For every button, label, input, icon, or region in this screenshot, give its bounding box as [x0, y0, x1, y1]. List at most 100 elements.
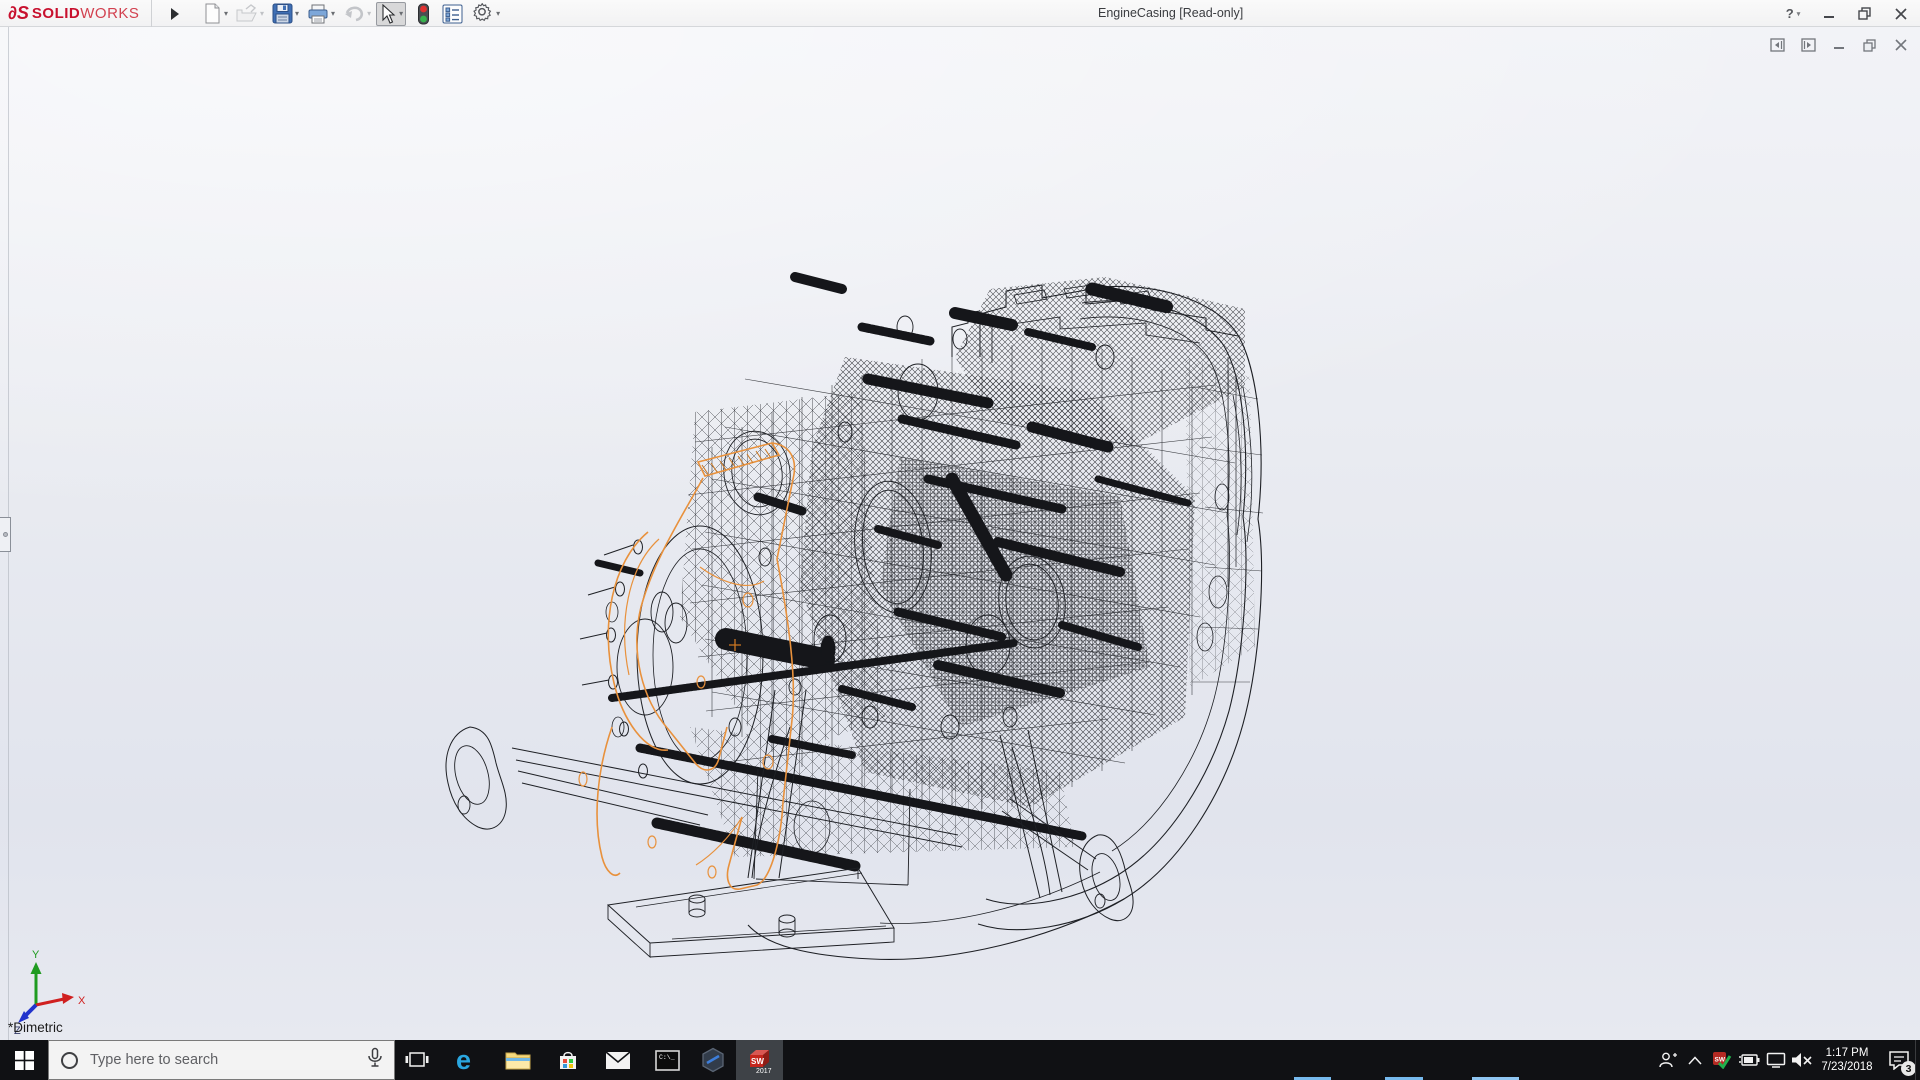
window-controls: ?▾ — [1782, 0, 1912, 27]
taskbar-store-button[interactable] — [546, 1040, 590, 1080]
open-dropdown-icon[interactable]: ▾ — [260, 9, 264, 18]
splitter-handle-icon — [3, 532, 8, 537]
options-gear-icon — [473, 3, 494, 24]
system-tray: SW 1:17 PM 7/23/2018 — [1654, 1040, 1920, 1080]
brand-solid-text: SOLID — [32, 5, 80, 22]
close-window-button[interactable] — [1890, 3, 1912, 25]
dassault-logo-icon: ∂S — [8, 3, 29, 24]
select-cursor-icon — [379, 4, 397, 24]
print-dropdown-icon[interactable]: ▾ — [331, 9, 335, 18]
battery-button[interactable] — [1735, 1040, 1762, 1080]
feature-manager-collapsed-tab[interactable] — [0, 517, 11, 552]
options-button[interactable]: ▾ — [470, 1, 503, 26]
windows-taskbar: Type here to search e — [0, 1040, 1920, 1080]
start-button[interactable] — [0, 1040, 48, 1080]
minimize-window-button[interactable] — [1818, 3, 1840, 25]
open-folder-icon — [236, 4, 258, 24]
svg-text:e: e — [456, 1046, 471, 1074]
restore-document-button[interactable] — [1861, 37, 1879, 53]
hidden-icons-button[interactable] — [1681, 1040, 1708, 1080]
sw-resource-monitor-button[interactable]: SW — [1708, 1040, 1735, 1080]
collapse-left-pane-button[interactable] — [1768, 37, 1786, 53]
clock-date: 7/23/2018 — [1816, 1060, 1878, 1074]
triad-y-label: Y — [32, 949, 40, 961]
save-button[interactable]: ▾ — [269, 1, 302, 26]
undo-dropdown-icon[interactable]: ▾ — [367, 9, 371, 18]
taskbar-file-explorer-button[interactable] — [496, 1040, 540, 1080]
sw-monitor-check-icon: SW — [1712, 1051, 1732, 1069]
undo-icon — [343, 4, 365, 24]
print-button[interactable]: ▾ — [304, 2, 338, 26]
edrawings-hexagon-icon — [700, 1047, 726, 1073]
cortana-icon — [61, 1052, 78, 1069]
open-document-button[interactable]: ▾ — [233, 2, 267, 26]
print-icon — [307, 4, 329, 24]
people-icon — [1658, 1051, 1678, 1069]
notification-badge: 3 — [1901, 1061, 1916, 1076]
graphics-viewport: Y X Z *Dimetric — [0, 27, 1920, 1040]
help-label: ? — [1786, 6, 1794, 21]
help-dropdown-icon: ▾ — [1797, 10, 1801, 18]
close-doc-icon — [1895, 39, 1907, 51]
taskbar-edge-button[interactable]: e — [446, 1040, 490, 1080]
pane-arrow-left-icon — [1770, 38, 1785, 52]
taskbar-clock[interactable]: 1:17 PM 7/23/2018 — [1816, 1046, 1878, 1074]
triad-x-label: X — [78, 995, 86, 1007]
pane-arrow-right-icon — [1801, 38, 1816, 52]
volume-button[interactable] — [1789, 1040, 1816, 1080]
restore-window-button[interactable] — [1854, 3, 1876, 25]
network-button[interactable] — [1762, 1040, 1789, 1080]
document-window-controls — [1768, 37, 1910, 53]
help-button[interactable]: ?▾ — [1782, 3, 1804, 25]
new-dropdown-icon[interactable]: ▾ — [224, 9, 228, 18]
microphone-icon[interactable] — [366, 1047, 384, 1074]
taskbar-cmd-button[interactable]: C:\_ — [645, 1040, 689, 1080]
model-viewport-canvas[interactable]: Y X Z — [0, 27, 1920, 1040]
save-floppy-icon — [272, 3, 293, 24]
edge-browser-icon: e — [454, 1046, 482, 1074]
file-properties-icon — [442, 4, 463, 24]
task-view-button[interactable] — [395, 1040, 439, 1080]
minimize-doc-icon — [1833, 39, 1845, 51]
action-center-button[interactable]: 3 — [1878, 1040, 1920, 1080]
rebuild-traffic-light-icon — [417, 3, 430, 25]
undo-button[interactable]: ▾ — [340, 2, 374, 26]
people-button[interactable] — [1654, 1040, 1681, 1080]
clock-time: 1:17 PM — [1816, 1046, 1878, 1060]
options-dropdown-icon[interactable]: ▾ — [496, 9, 500, 18]
menu-expand-button[interactable] — [166, 4, 184, 23]
chevron-up-icon — [1688, 1056, 1702, 1065]
view-orientation-label: *Dimetric — [8, 1020, 63, 1035]
task-view-icon — [405, 1049, 429, 1071]
toolbar-separator — [151, 0, 152, 27]
select-dropdown-icon[interactable]: ▾ — [399, 9, 403, 18]
search-placeholder: Type here to search — [90, 1052, 366, 1068]
save-dropdown-icon[interactable]: ▾ — [295, 9, 299, 18]
solidworks-logo: ∂S SOLIDWORKS — [8, 3, 139, 24]
sw-cube-letters: SW — [751, 1057, 764, 1066]
command-prompt-icon: C:\_ — [655, 1050, 680, 1071]
new-document-button[interactable]: ▾ — [200, 1, 231, 26]
taskbar-mail-button[interactable] — [596, 1040, 640, 1080]
microsoft-store-icon — [556, 1048, 580, 1072]
taskbar-search-input[interactable]: Type here to search — [48, 1040, 395, 1080]
new-document-icon — [203, 3, 222, 24]
rebuild-button[interactable] — [414, 1, 433, 27]
taskbar-edrawings-button[interactable] — [691, 1040, 735, 1080]
battery-charging-icon — [1737, 1053, 1760, 1067]
minimize-icon — [1823, 8, 1835, 20]
file-properties-button[interactable] — [439, 2, 466, 26]
taskbar-solidworks-button[interactable]: SW 2017 — [736, 1040, 783, 1080]
select-button[interactable]: ▾ — [376, 2, 406, 26]
collapse-right-pane-button[interactable] — [1799, 37, 1817, 53]
show-desktop-button[interactable] — [1915, 1040, 1920, 1080]
windows-logo-icon — [15, 1051, 34, 1070]
mail-icon — [605, 1051, 631, 1070]
solidworks-2017-icon: SW 2017 — [746, 1047, 773, 1074]
expand-arrow-icon — [170, 7, 180, 21]
minimize-document-button[interactable] — [1830, 37, 1848, 53]
file-explorer-icon — [505, 1049, 531, 1071]
sw-cube-year: 2017 — [756, 1068, 772, 1074]
close-document-button[interactable] — [1892, 37, 1910, 53]
brand-works-text: WORKS — [80, 5, 139, 22]
